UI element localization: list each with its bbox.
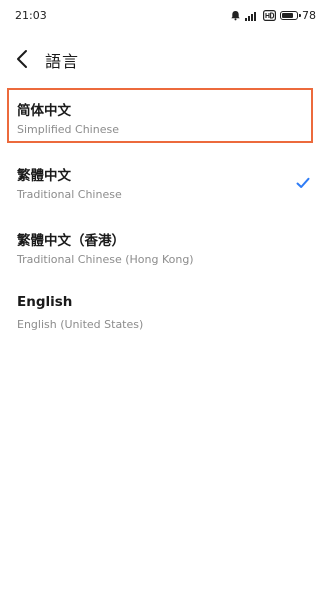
status-time: 21:03 [15, 9, 47, 22]
language-name: 繁體中文（香港） [17, 233, 125, 249]
language-item-english[interactable]: English English (United States) [0, 283, 330, 348]
language-list: 简体中文 Simplified Chinese 繁體中文 Traditional… [0, 88, 330, 348]
language-item-traditional-chinese-hk[interactable]: 繁體中文（香港） Traditional Chinese (Hong Kong) [0, 218, 330, 283]
language-item-simplified-chinese[interactable]: 简体中文 Simplified Chinese [0, 88, 330, 153]
alarm-icon [230, 10, 241, 21]
header: 語言 [0, 40, 330, 78]
language-name: 简体中文 [17, 103, 71, 119]
battery-level: 78 [302, 9, 316, 22]
language-name: English [17, 294, 73, 310]
battery-icon [280, 11, 301, 20]
signal-icon [245, 11, 259, 21]
chevron-left-icon [17, 50, 27, 68]
language-subtitle: Traditional Chinese [17, 188, 122, 201]
hd-icon [263, 10, 276, 21]
check-icon [296, 177, 310, 189]
page-title: 語言 [45, 52, 80, 71]
status-bar: 21:03 78 [0, 0, 330, 34]
language-subtitle: Traditional Chinese (Hong Kong) [17, 253, 194, 266]
language-item-traditional-chinese[interactable]: 繁體中文 Traditional Chinese [0, 153, 330, 218]
status-icons: 78 [230, 9, 316, 22]
language-subtitle: English (United States) [17, 318, 144, 331]
language-subtitle: Simplified Chinese [17, 123, 119, 136]
back-button[interactable] [10, 46, 36, 72]
language-name: 繁體中文 [17, 168, 71, 184]
